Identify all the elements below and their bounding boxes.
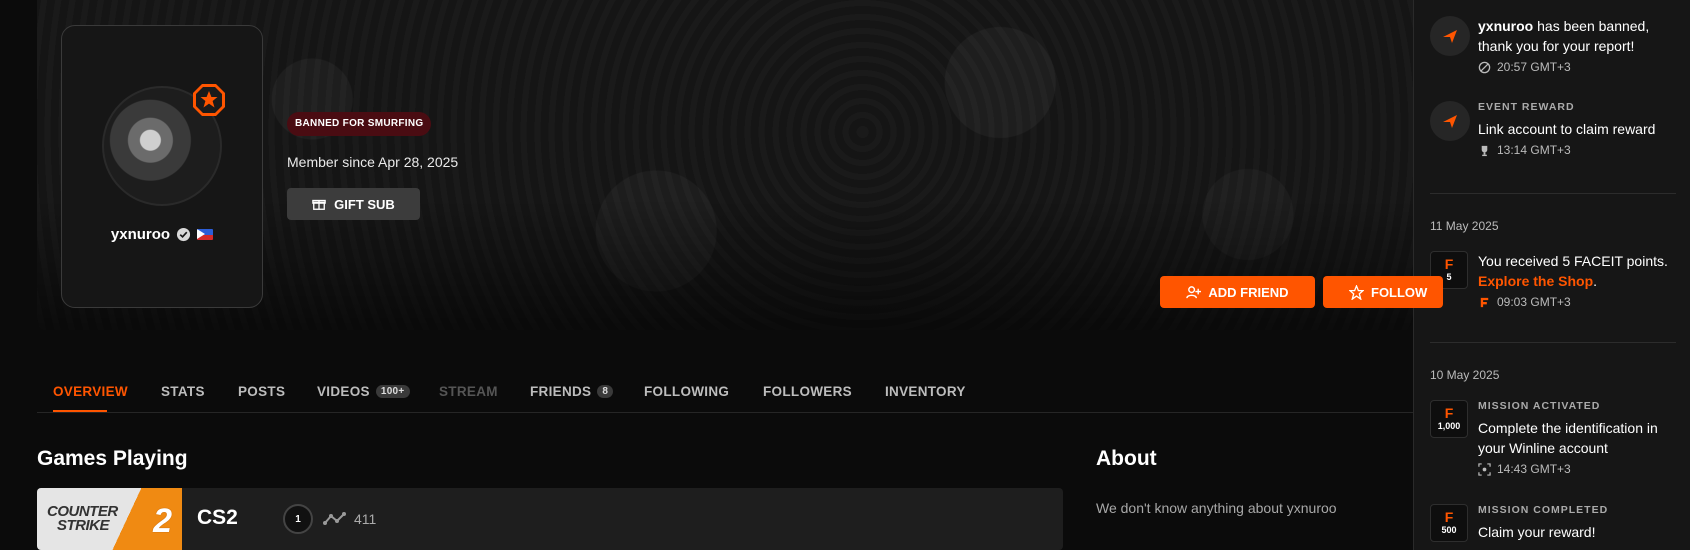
- gift-sub-button[interactable]: GIFT SUB: [287, 188, 420, 220]
- tab-following[interactable]: FOLLOWING: [644, 380, 729, 402]
- member-since: Member since Apr 28, 2025: [287, 154, 459, 170]
- trophy-icon: [1481, 145, 1488, 156]
- ban-status-badge: BANNED FOR SMURFING: [287, 112, 432, 136]
- cs2-logo: COUNTER STRIKE 2: [37, 488, 182, 550]
- skill-level-badge: 1: [283, 504, 313, 534]
- banned-icon: [1478, 61, 1491, 73]
- gift-sub-label: GIFT SUB: [334, 196, 395, 212]
- faceit-points-icon: [1480, 297, 1489, 307]
- add-friend-button[interactable]: ADD FRIEND: [1160, 276, 1315, 308]
- videos-count-badge: 100+: [375, 384, 410, 398]
- notifications-panel: yxnuroo has been banned, thank you for y…: [1413, 0, 1690, 550]
- date-separator: 11 May 2025: [1430, 219, 1499, 233]
- tab-followers[interactable]: FOLLOWERS: [763, 380, 852, 402]
- elo-icon: [323, 512, 346, 525]
- scan-icon: [1478, 462, 1491, 476]
- add-user-icon: [1186, 285, 1202, 298]
- date-separator: 10 May 2025: [1430, 368, 1500, 382]
- country-flag-icon: [197, 229, 214, 240]
- faceit-points-badge: F 1,000: [1430, 400, 1468, 438]
- verified-icon: [177, 227, 191, 242]
- follow-button[interactable]: FOLLOW: [1323, 276, 1443, 308]
- username-row: yxnuroo: [62, 226, 262, 243]
- username: yxnuroo: [110, 226, 171, 243]
- profile-tabs: OVERVIEW STATS POSTS VIDEOS 100+ STREAM F…: [37, 370, 1413, 413]
- divider: [1430, 193, 1676, 194]
- divider: [1430, 342, 1676, 343]
- level-badge-icon: [193, 84, 225, 116]
- tab-stream: STREAM: [439, 383, 498, 399]
- game-card-cs2[interactable]: COUNTER STRIKE 2 CS2 1 411: [37, 488, 1063, 550]
- tab-friends[interactable]: FRIENDS 8: [530, 380, 614, 402]
- add-friend-label: ADD FRIEND: [1208, 284, 1289, 300]
- tab-stats[interactable]: STATS: [161, 380, 205, 402]
- games-playing-title: Games Playing: [37, 447, 188, 470]
- faceit-logo-icon: [1430, 16, 1470, 56]
- tab-videos[interactable]: VIDEOS 100+: [317, 380, 410, 402]
- about-text: We don't know anything about yxnuroo: [1096, 500, 1337, 516]
- faceit-points-badge: F 500: [1430, 504, 1468, 542]
- profile-card: yxnuroo: [61, 25, 263, 308]
- tab-overview[interactable]: OVERVIEW: [53, 380, 128, 402]
- tab-posts[interactable]: POSTS: [238, 380, 285, 402]
- game-name: CS2: [197, 506, 238, 529]
- gift-icon: [312, 199, 326, 210]
- faceit-logo-icon: [1430, 101, 1470, 141]
- about-title: About: [1096, 447, 1157, 470]
- follow-label: FOLLOW: [1371, 284, 1428, 300]
- elo-value: 411: [354, 511, 377, 527]
- active-tab-indicator: [53, 410, 107, 412]
- tab-inventory[interactable]: INVENTORY: [885, 380, 966, 402]
- star-icon: [1349, 284, 1364, 300]
- friends-count-badge: 8: [597, 384, 614, 398]
- explore-shop-link[interactable]: Explore the Shop: [1478, 273, 1593, 289]
